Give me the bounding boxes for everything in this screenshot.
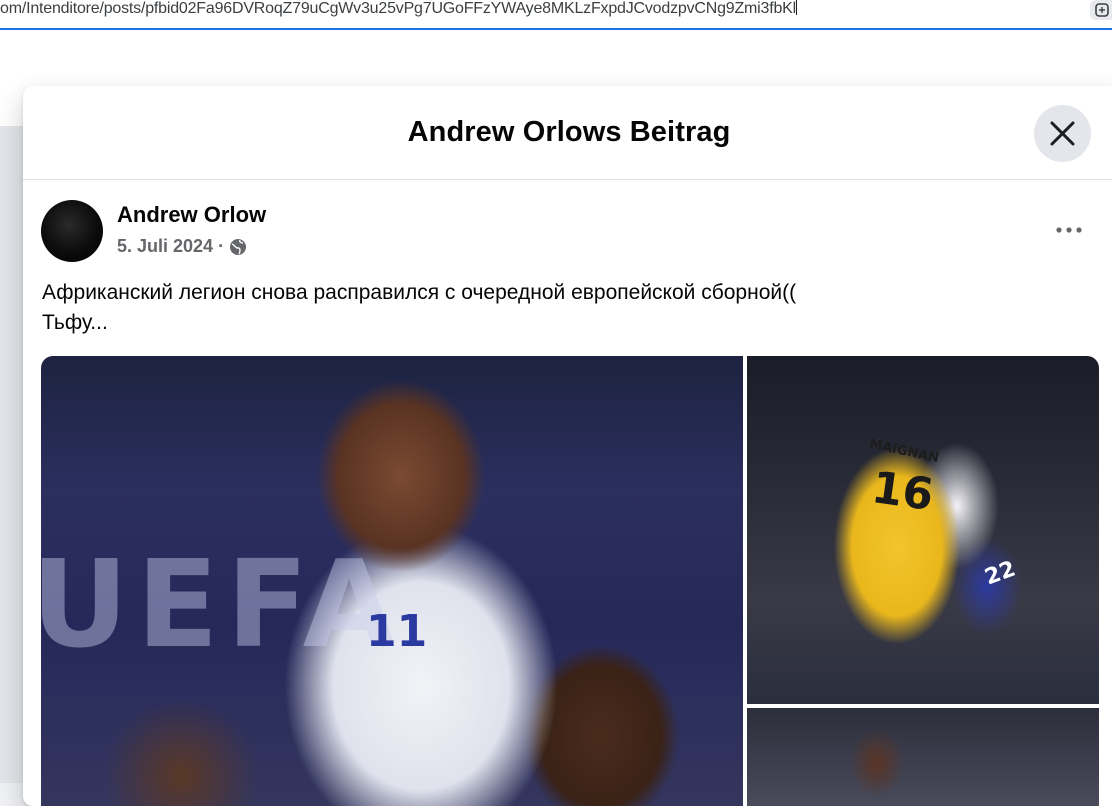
meta-separator: · bbox=[218, 236, 225, 256]
author-avatar[interactable] bbox=[41, 200, 103, 262]
post-dialog: Andrew Orlows Beitrag Andrew Orlow 5. Ju… bbox=[23, 86, 1112, 806]
post-photo-2[interactable]: MAIGNAN 16 22 bbox=[747, 356, 1099, 704]
photo-1-jersey-number: 11 bbox=[366, 606, 428, 657]
address-bar[interactable]: om/Intenditore/posts/pfbid02Fa96DVRoqZ79… bbox=[0, 0, 1112, 30]
extension-icon[interactable] bbox=[1090, 0, 1112, 20]
dialog-header: Andrew Orlows Beitrag bbox=[23, 86, 1112, 180]
post-photo-3[interactable] bbox=[747, 708, 1099, 806]
photo-2-second-number: 22 bbox=[981, 556, 1019, 591]
close-icon bbox=[1050, 121, 1075, 146]
post-text: Африканский легион снова расправился с о… bbox=[42, 281, 797, 334]
url-text[interactable]: om/Intenditore/posts/pfbid02Fa96DVRoqZ79… bbox=[0, 0, 1080, 18]
photo-2-jersey-number: 16 bbox=[868, 461, 937, 522]
author-name[interactable]: Andrew Orlow bbox=[117, 202, 266, 228]
photo-1-overlay-text: UEFA bbox=[41, 536, 404, 675]
close-button[interactable] bbox=[1034, 105, 1091, 162]
dialog-title: Andrew Orlows Beitrag bbox=[407, 116, 731, 148]
post-photo-1[interactable]: UEFA 11 bbox=[41, 356, 743, 806]
text-caret bbox=[796, 0, 797, 15]
more-options-button[interactable] bbox=[1049, 214, 1089, 246]
globe-icon[interactable] bbox=[229, 238, 247, 256]
post-date[interactable]: 5. Juli 2024 bbox=[117, 236, 213, 257]
more-options-icon bbox=[1056, 227, 1082, 233]
post-meta: 5. Juli 2024 · bbox=[117, 236, 247, 257]
